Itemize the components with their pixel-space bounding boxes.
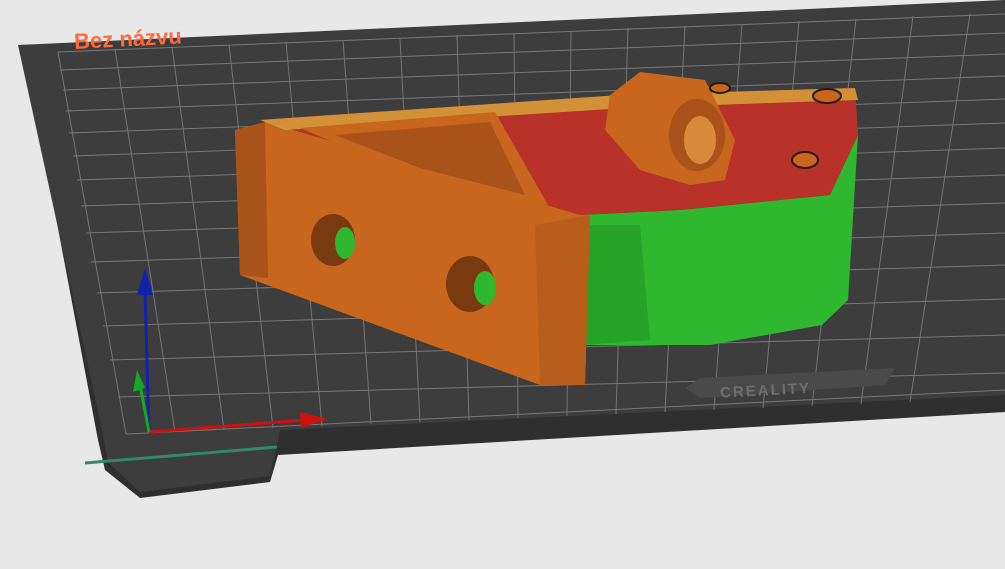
top-screw-hole — [791, 151, 819, 169]
mounting-hole-support — [335, 227, 355, 259]
model-side-wall-edge — [235, 122, 268, 278]
model-boss-bore-inner — [684, 116, 716, 164]
top-screw-hole — [709, 82, 731, 94]
mounting-hole-support — [474, 271, 496, 305]
model-front-wall — [535, 215, 590, 385]
support-structure-shade — [582, 225, 650, 345]
3d-viewport[interactable]: CREALITY Bez názvu — [0, 0, 1005, 569]
top-screw-hole — [812, 88, 842, 104]
